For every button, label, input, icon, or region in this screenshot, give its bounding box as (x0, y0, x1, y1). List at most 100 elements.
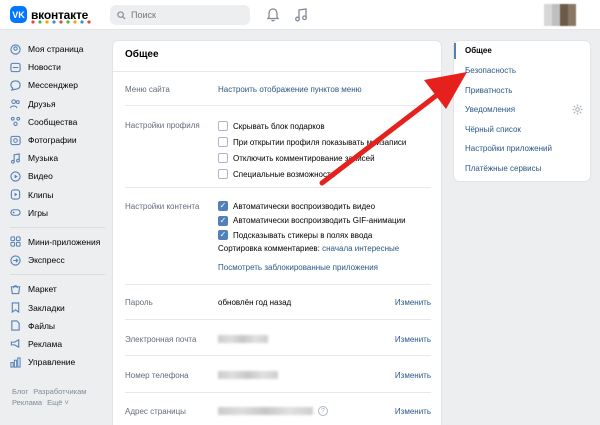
divider (113, 71, 441, 72)
checkbox-row[interactable]: ✓ Автоматически воспроизводить видео (218, 201, 375, 211)
checkbox-row[interactable]: Отключить комментирование записей (218, 153, 375, 163)
communities-icon (10, 116, 21, 127)
nav-group-apps: Мини-приложения Экспресс (10, 233, 105, 269)
search-box[interactable] (110, 5, 250, 25)
search-input[interactable] (131, 10, 241, 20)
page-title: Общее (125, 49, 159, 60)
files-icon (10, 320, 21, 331)
nav-item-bookmark[interactable]: Закладки (10, 298, 105, 316)
edit-password-button[interactable]: Изменить (395, 298, 431, 307)
active-indicator (454, 43, 456, 59)
games-icon (10, 207, 21, 218)
menu-item-general[interactable]: Общее (454, 41, 590, 61)
settings-section-menu: Общее Безопасность Приватность Уведомления… (453, 40, 591, 182)
menu-item[interactable]: Уведомления (465, 105, 515, 114)
avatar[interactable] (544, 4, 576, 26)
nav-item-label: Сообщества (28, 116, 78, 127)
checkbox-label: Автоматически воспроизводить видео (233, 201, 376, 211)
page-address-label: Адрес страницы (125, 407, 186, 416)
nav-item-friends[interactable]: Друзья (10, 95, 105, 113)
footer-ads-link[interactable]: Реклама (12, 398, 42, 407)
footer-developers-link[interactable]: Разработчикам (33, 387, 86, 396)
nav-item-user-circle[interactable]: Моя страница (10, 40, 105, 58)
nav-item-apps[interactable]: Мини-приложения (10, 233, 105, 251)
photo-icon (10, 135, 21, 146)
checkbox[interactable]: ✓ (218, 201, 228, 211)
nav-item-games[interactable]: Игры (10, 204, 105, 222)
checkbox[interactable]: ✓ (218, 215, 228, 226)
checkbox-row[interactable]: ✓ Автоматически воспроизводить GIF-анимац… (218, 215, 406, 226)
top-header: VK вконтакте (0, 0, 600, 30)
nav-item-express[interactable]: Экспресс (10, 251, 105, 269)
nav-item-label: Клипы (28, 189, 54, 200)
divider (125, 355, 431, 356)
edit-email-button[interactable]: Изменить (395, 335, 431, 344)
site-menu-label: Меню сайта (125, 85, 170, 94)
divider (125, 105, 431, 106)
video-icon (10, 171, 21, 182)
nav-item-ads[interactable]: Реклама (10, 335, 105, 353)
gear-icon[interactable] (572, 104, 583, 115)
menu-item[interactable]: Платёжные сервисы (465, 164, 541, 173)
menu-item[interactable]: Настройки приложений (465, 144, 552, 153)
comment-sort-dropdown[interactable]: сначала интересные (322, 244, 399, 253)
password-label: Пароль (125, 298, 153, 307)
nav-item-label: Видео (28, 171, 53, 182)
footer-blog-link[interactable]: Блог (12, 387, 28, 396)
checkbox-row[interactable]: Скрывать блок подарков (218, 121, 325, 131)
divider (125, 284, 431, 285)
checkbox-row[interactable]: ✓ Подсказывать стикеры в полях ввода (218, 230, 372, 240)
nav-item-video[interactable]: Видео (10, 167, 105, 185)
nav-group-main: Моя страница Новости Мессенджер Друзья Сообщ… (10, 40, 105, 222)
left-nav: Моя страница Новости Мессенджер Друзья Сообщ… (10, 40, 105, 371)
settings-card: Общее Меню сайта Настроить отображение п… (112, 40, 442, 425)
nav-item-clips[interactable]: Клипы (10, 186, 105, 204)
help-icon[interactable]: ? (318, 406, 328, 416)
nav-item-files[interactable]: Файлы (10, 317, 105, 335)
nav-item-label: Закладки (28, 302, 65, 313)
nav-item-news[interactable]: Новости (10, 58, 105, 76)
nav-item-label: Моя страница (28, 44, 84, 55)
manage-icon (10, 357, 21, 368)
password-status: обновлён год назад (218, 298, 292, 307)
nav-item-label: Игры (28, 207, 49, 218)
ads-icon (10, 338, 21, 349)
menu-item[interactable]: Приватность (465, 86, 512, 95)
nav-item-label: Маркет (28, 284, 57, 295)
checkbox[interactable] (218, 169, 228, 179)
edit-address-button[interactable]: Изменить (395, 407, 431, 416)
nav-item-label: Мини-приложения (28, 236, 101, 247)
checkbox-row[interactable]: При открытии профиля показывать моизапис… (218, 137, 406, 147)
nav-group-business: Маркет Закладки Файлы Реклама Управление (10, 280, 105, 371)
menu-item[interactable]: Безопасность (465, 66, 516, 75)
nav-item-market[interactable]: Маркет (10, 280, 105, 298)
checkbox-row[interactable]: Специальные возможности (218, 169, 335, 179)
nav-item-communities[interactable]: Сообщества (10, 113, 105, 131)
bookmark-icon (10, 302, 21, 314)
configure-menu-link[interactable]: Настроить отображение пунктов меню (218, 85, 362, 94)
nav-item-manage[interactable]: Управление (10, 353, 105, 371)
checkbox[interactable] (218, 121, 228, 131)
edit-phone-button[interactable]: Изменить (395, 371, 431, 380)
menu-item[interactable]: Чёрный список (465, 125, 521, 134)
nav-item-label: Управление (28, 357, 76, 368)
phone-value-blurred (218, 371, 278, 379)
blocked-apps-link[interactable]: Посмотреть заблокированные приложения (218, 263, 378, 272)
checkbox-label: Специальные возможности (233, 169, 336, 179)
page-address-value-blurred (218, 407, 313, 415)
nav-item-music[interactable]: Музыка (10, 149, 105, 167)
footer-more-link[interactable]: Ещё ˅ (47, 398, 69, 407)
search-icon (117, 10, 126, 20)
nav-item-photo[interactable]: Фотографии (10, 131, 105, 149)
bell-icon[interactable] (265, 7, 281, 23)
checkbox[interactable] (218, 153, 228, 163)
comment-sort-setting: Сортировка комментариев: сначала интерес… (218, 244, 399, 253)
apps-icon (10, 236, 21, 248)
checkbox[interactable]: ✓ (218, 230, 228, 240)
nav-item-chat[interactable]: Мессенджер (10, 76, 105, 94)
checkbox[interactable] (218, 137, 228, 147)
nav-item-label: Файлы (28, 320, 56, 331)
phone-label: Номер телефона (125, 371, 189, 380)
music-note-icon[interactable] (293, 7, 309, 23)
checkbox-label: Скрывать блок подарков (233, 121, 325, 131)
